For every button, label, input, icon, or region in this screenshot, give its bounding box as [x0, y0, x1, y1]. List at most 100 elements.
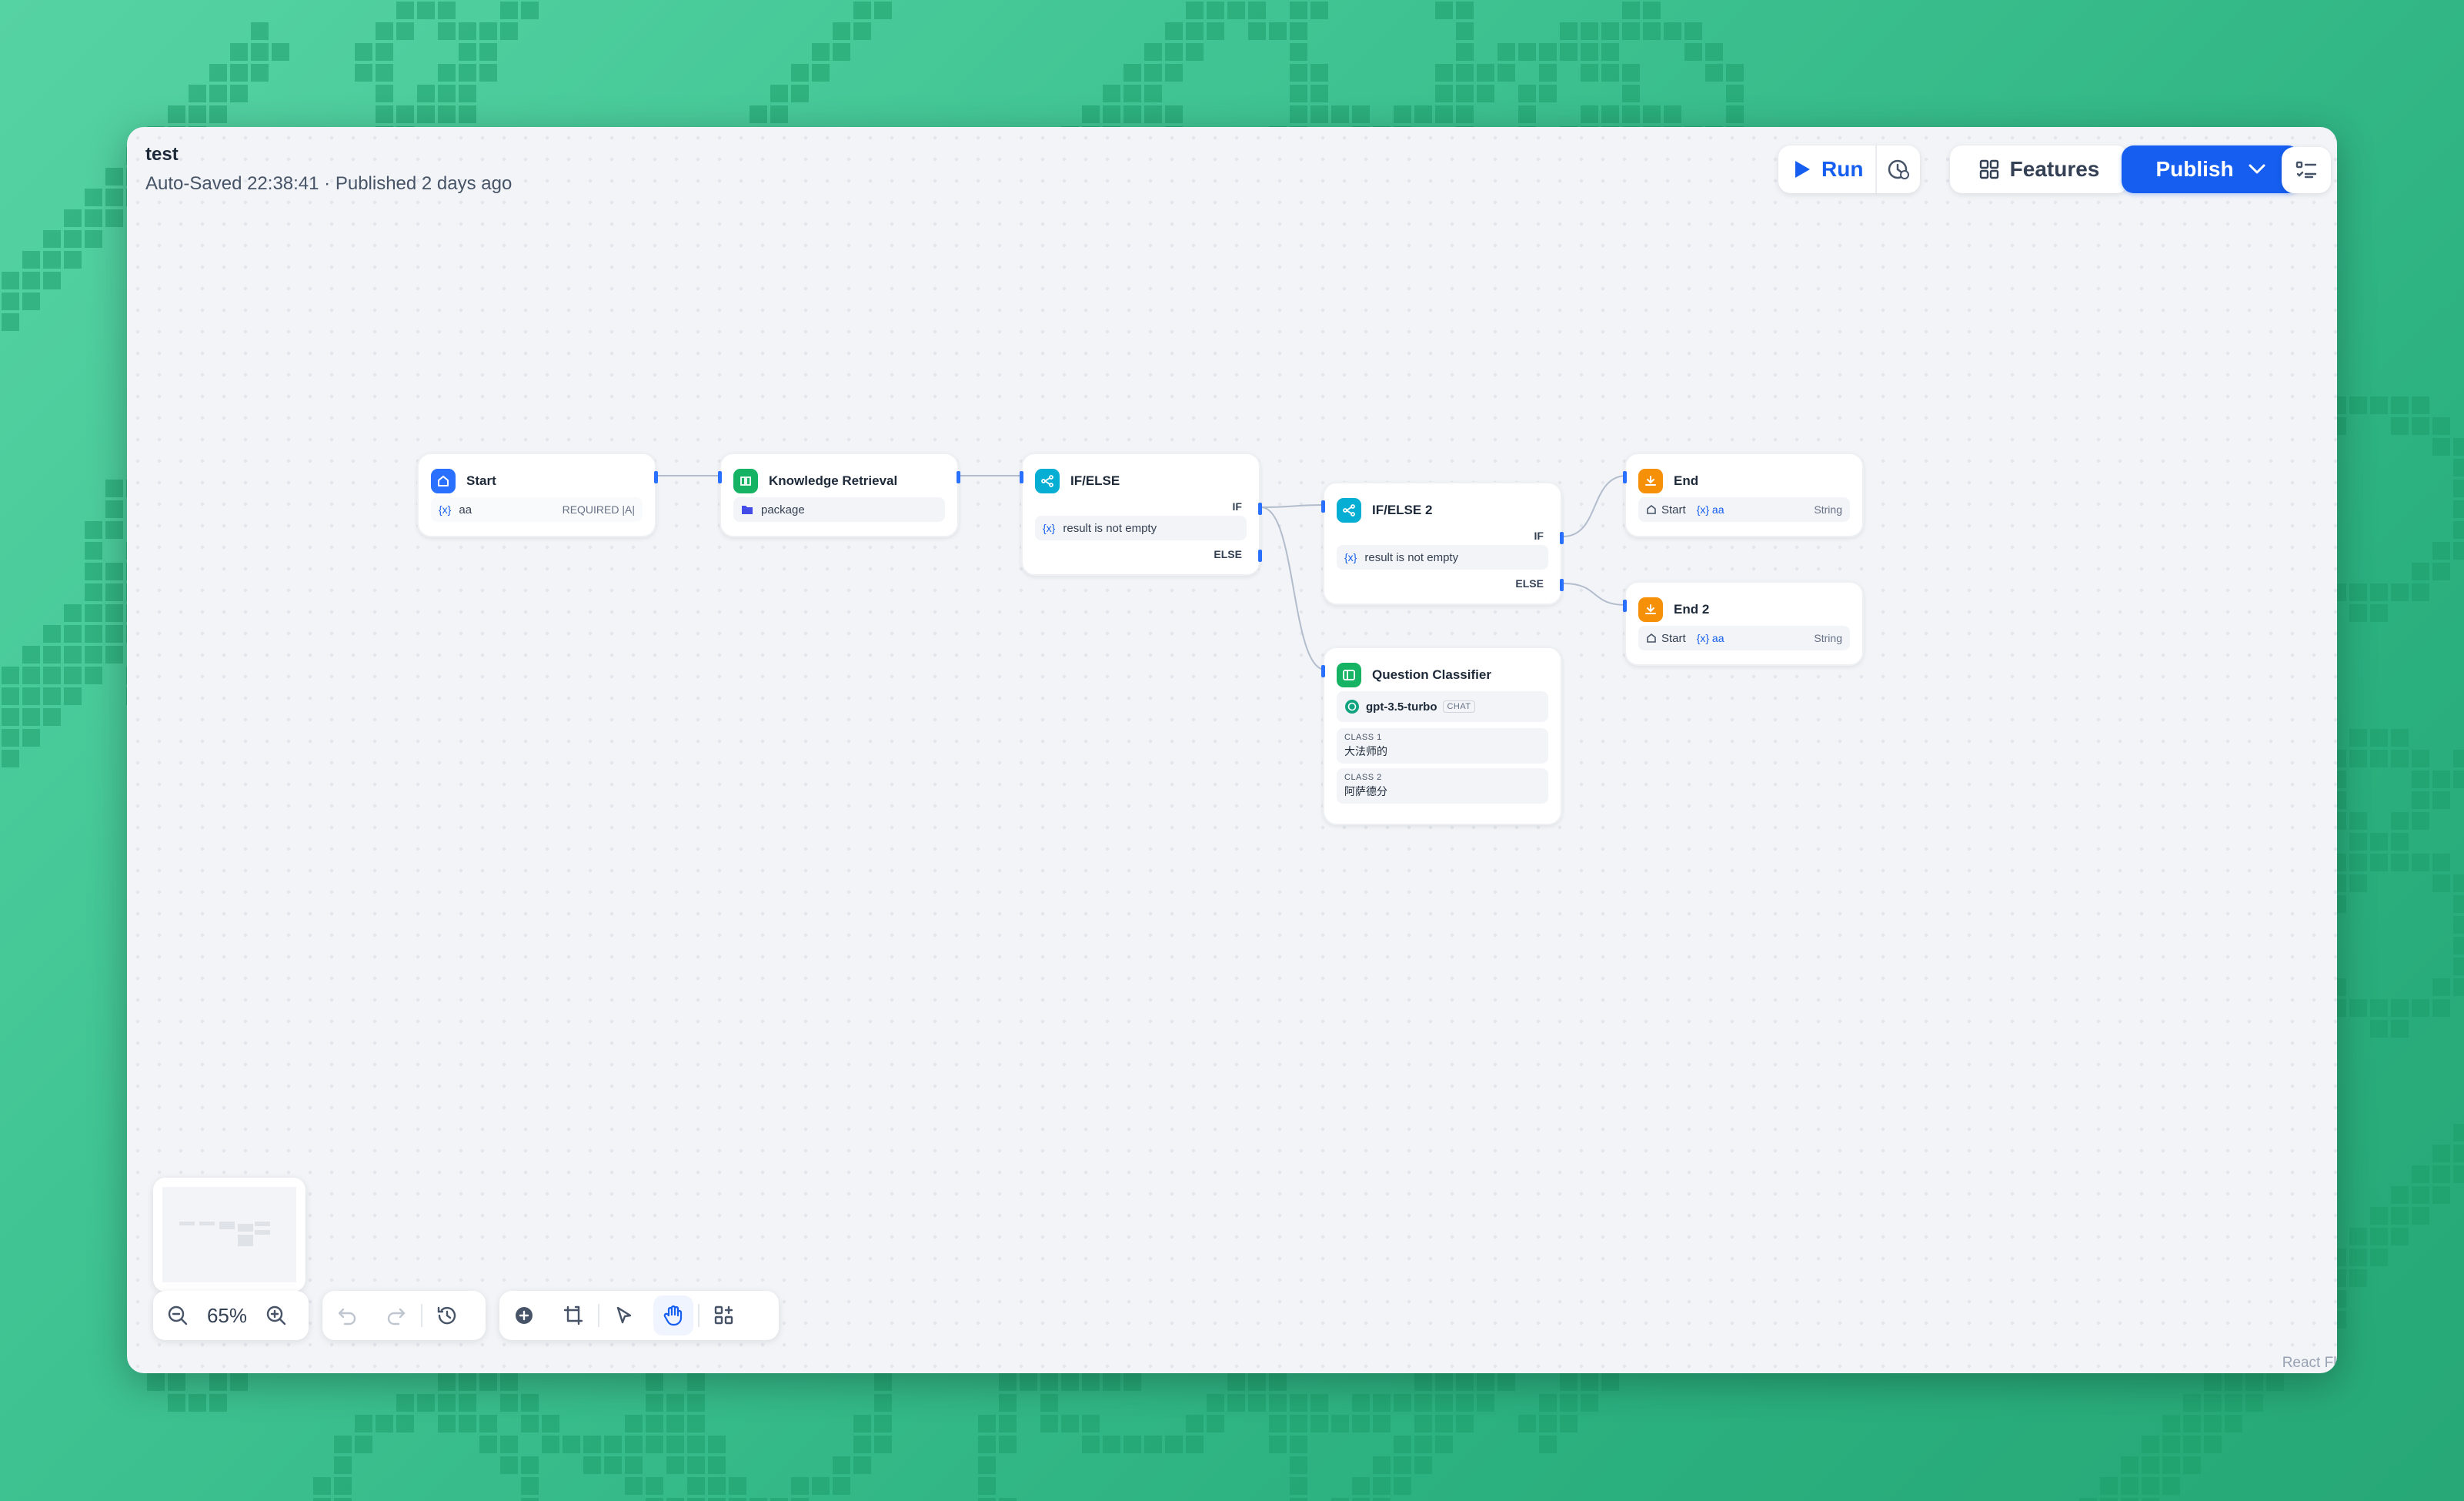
dataset-item: package	[733, 497, 945, 522]
edge-ifelse2-else-end2	[1562, 583, 1628, 606]
node-title: IF/ELSE	[1070, 473, 1120, 488]
note-icon	[563, 1305, 583, 1325]
zoom-toolbar: 65%	[153, 1291, 309, 1340]
run-button[interactable]: Run	[1778, 145, 1878, 193]
variable-name: {x} aa	[1696, 632, 1724, 644]
history-toolbar	[322, 1291, 486, 1340]
zoom-level[interactable]: 65%	[202, 1304, 252, 1328]
tools-toolbar	[499, 1291, 779, 1340]
node-knowledge-retrieval[interactable]: Knowledge Retrieval package	[718, 453, 960, 537]
branch-icon	[1337, 498, 1361, 523]
model-name: gpt-3.5-turbo	[1366, 700, 1437, 714]
end-icon	[1638, 597, 1663, 622]
class-label: CLASS 1	[1344, 733, 1382, 742]
condition-text: result is not empty	[1364, 550, 1459, 564]
variable-type: String	[1814, 503, 1842, 516]
class-item: CLASS 1 大法师的	[1337, 728, 1548, 764]
target-handle[interactable]	[718, 471, 722, 483]
run-label: Run	[1821, 157, 1864, 181]
features-label: Features	[2009, 157, 2100, 181]
target-handle[interactable]	[1321, 500, 1325, 513]
classifier-icon	[1337, 663, 1361, 687]
output-variable: Start {x} aa String	[1638, 626, 1850, 650]
run-history-button[interactable]	[1877, 145, 1920, 193]
condition-text: result is not empty	[1063, 521, 1157, 535]
book-icon	[733, 469, 758, 493]
publish-label: Publish	[2155, 157, 2234, 181]
undo-button[interactable]	[322, 1291, 372, 1340]
target-handle[interactable]	[1020, 471, 1023, 483]
variable-icon: {x}	[1043, 522, 1056, 534]
node-question-classifier[interactable]: Question Classifier gpt-3.5-turbo CHAT C…	[1321, 647, 1562, 825]
edge-ifelse2-if-end	[1562, 475, 1628, 537]
zoom-out-button[interactable]	[153, 1291, 202, 1340]
required-tag: REQUIRED |A|	[562, 503, 635, 516]
play-icon	[1795, 161, 1810, 178]
app-title: test	[145, 144, 179, 165]
end-icon	[1638, 469, 1663, 493]
source-handle[interactable]	[654, 471, 658, 483]
source-node: Start	[1661, 503, 1686, 516]
dataset-name: package	[761, 503, 805, 516]
home-icon	[1647, 633, 1656, 643]
node-end[interactable]: End Start {x} aa String	[1623, 453, 1864, 537]
history-icon	[437, 1306, 456, 1325]
node-if-else[interactable]: IF/ELSE IF {x} result is not empty ELSE	[1020, 453, 1262, 576]
class-value: 阿萨德分	[1344, 785, 1387, 797]
organize-blocks-button[interactable]	[699, 1291, 749, 1340]
condition-item: {x} result is not empty	[1035, 516, 1247, 540]
if-handle[interactable]	[1258, 503, 1262, 515]
plus-circle-icon	[516, 1307, 533, 1324]
node-end-2[interactable]: End 2 Start {x} aa String	[1623, 581, 1864, 666]
node-if-else-2[interactable]: IF/ELSE 2 IF {x} result is not empty ELS…	[1321, 482, 1564, 605]
redo-button[interactable]	[372, 1291, 421, 1340]
pointer-mode-button[interactable]	[599, 1291, 649, 1340]
if-label: IF	[1232, 500, 1242, 513]
node-title: End 2	[1674, 602, 1710, 617]
zoom-in-icon	[266, 1305, 286, 1325]
class-value: 大法师的	[1344, 745, 1387, 757]
else-handle[interactable]	[1560, 579, 1564, 591]
edges	[658, 475, 1628, 670]
node-title: IF/ELSE 2	[1372, 503, 1433, 517]
add-note-button[interactable]	[549, 1291, 598, 1340]
folder-icon	[742, 506, 753, 514]
node-start[interactable]: Start {x} aa REQUIRED |A|	[417, 453, 658, 537]
chevron-down-icon	[2249, 164, 2265, 174]
else-handle[interactable]	[1258, 550, 1262, 562]
node-title: Knowledge Retrieval	[769, 473, 898, 488]
hand-mode-button[interactable]	[653, 1295, 693, 1336]
output-variable: Start {x} aa String	[1638, 497, 1850, 522]
target-handle[interactable]	[1623, 600, 1627, 612]
target-handle[interactable]	[1623, 471, 1627, 483]
react-flow-attribution[interactable]: React Flo	[2282, 1355, 2337, 1372]
cursor-icon	[616, 1306, 632, 1324]
history-clock-icon	[1888, 159, 1910, 179]
grid-plus-icon	[714, 1305, 733, 1325]
save-status: Auto-Saved 22:38:41 · Published 2 days a…	[145, 173, 512, 194]
redo-icon	[387, 1308, 406, 1325]
target-handle[interactable]	[1321, 665, 1325, 677]
version-history-button[interactable]	[422, 1291, 472, 1340]
minimap-viewport	[162, 1187, 296, 1282]
add-node-button[interactable]	[499, 1291, 549, 1340]
variable-name: aa	[459, 503, 472, 516]
zoom-in-button[interactable]	[252, 1291, 301, 1340]
node-title: End	[1674, 473, 1699, 488]
publish-button[interactable]: Publish	[2122, 145, 2300, 193]
checklist-icon	[2295, 161, 2317, 179]
model-selector: gpt-3.5-turbo CHAT	[1337, 691, 1548, 722]
run-group: Run	[1778, 145, 1920, 193]
source-handle[interactable]	[957, 471, 960, 483]
start-variable: {x} aa REQUIRED |A|	[431, 497, 643, 522]
undo-icon	[338, 1308, 356, 1325]
source-node: Start	[1661, 631, 1686, 645]
if-handle[interactable]	[1560, 532, 1564, 544]
minimap[interactable]	[153, 1178, 305, 1292]
edge-if-ifelse2	[1260, 504, 1326, 508]
features-button[interactable]: Features	[1950, 145, 2128, 193]
branch-icon	[1035, 469, 1060, 493]
condition-item: {x} result is not empty	[1337, 545, 1548, 570]
checklist-button[interactable]	[2282, 147, 2331, 193]
home-icon	[431, 469, 456, 493]
